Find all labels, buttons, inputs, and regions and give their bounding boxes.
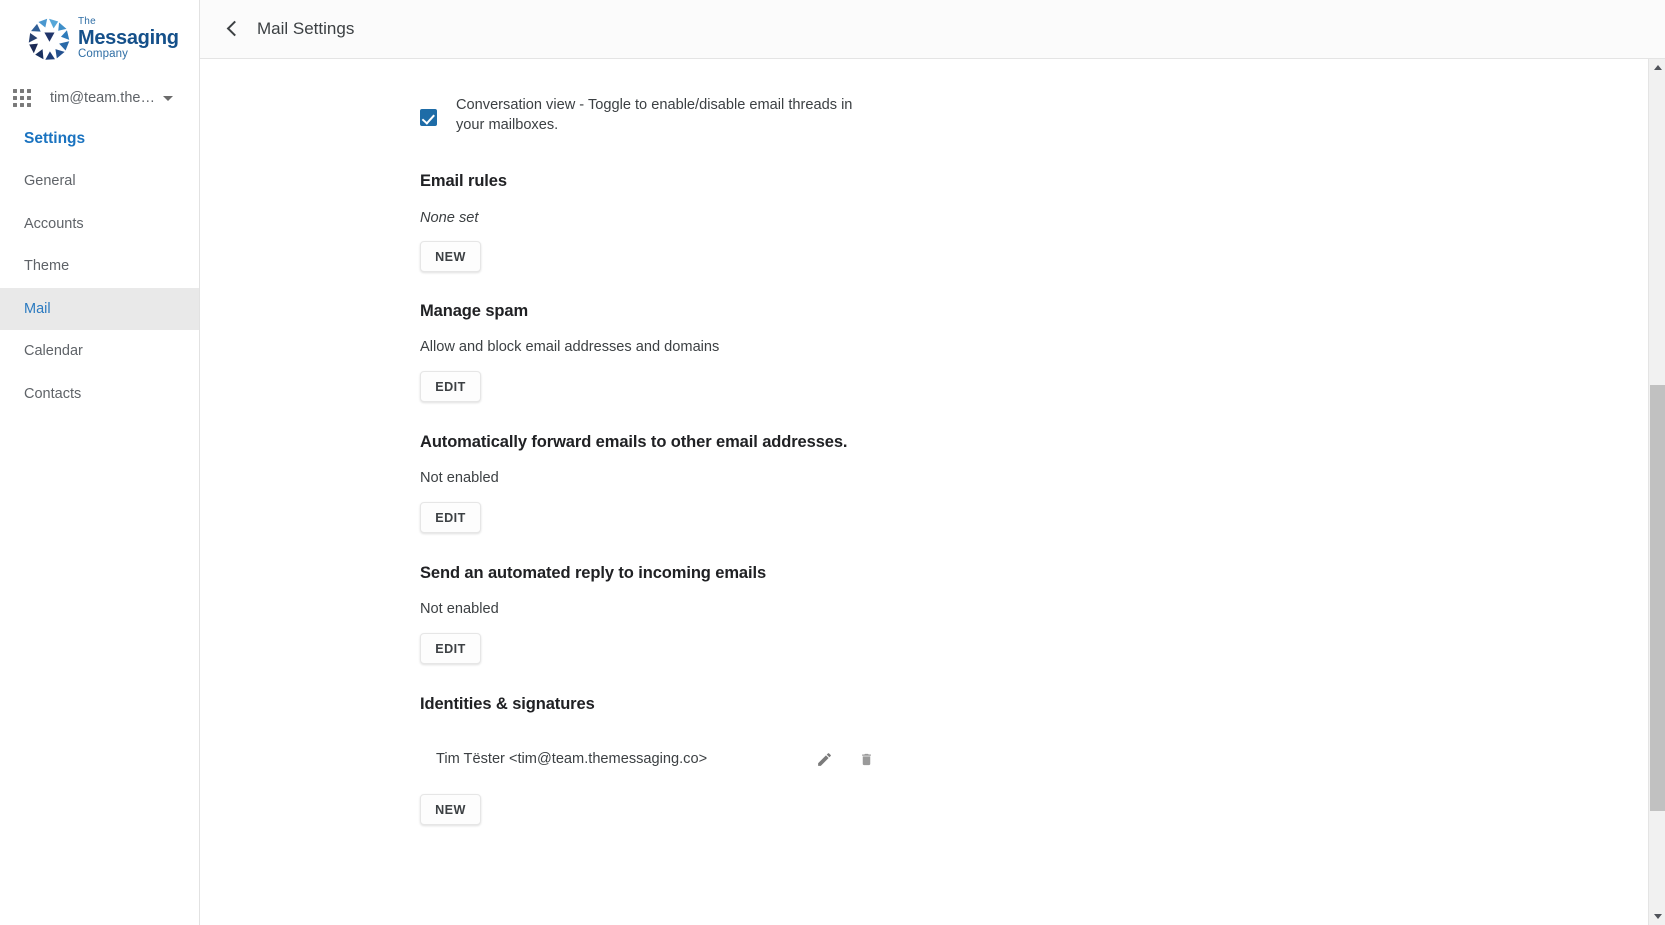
brand-wordmark: The Messaging Company	[78, 17, 179, 61]
manage-spam-section: Manage spam Allow and block email addres…	[420, 302, 1665, 402]
account-email-label: tim@team.the…	[50, 90, 155, 106]
messaging-company-logo-icon	[28, 18, 70, 60]
conversation-view-label: Conversation view - Toggle to enable/dis…	[456, 97, 853, 133]
back-chevron-icon[interactable]	[222, 18, 244, 40]
brand-logo[interactable]: The Messaging Company	[0, 0, 199, 78]
main-panel: Mail Settings Conversation view - Toggle…	[200, 0, 1665, 925]
auto-forward-section: Automatically forward emails to other em…	[420, 433, 1665, 533]
brand-line-2: Messaging	[78, 27, 179, 50]
sidebar-item-theme[interactable]: Theme	[0, 245, 199, 288]
sidebar-item-general[interactable]: General	[0, 160, 199, 203]
identity-label: Tim Tëster <tim@team.themessaging.co>	[436, 751, 708, 767]
apps-grid-icon[interactable]	[13, 89, 31, 107]
identities-heading: Identities & signatures	[420, 695, 595, 713]
sidebar-item-accounts[interactable]: Accounts	[0, 203, 199, 246]
page-title: Mail Settings	[257, 19, 355, 38]
sidebar: The Messaging Company tim@team.the… Sett…	[0, 0, 200, 925]
vertical-scrollbar[interactable]	[1648, 59, 1665, 925]
sidebar-item-contacts[interactable]: Contacts	[0, 373, 199, 416]
sidebar-item-label: General	[24, 173, 76, 190]
page-header: Mail Settings	[200, 0, 1665, 59]
brand-line-1: The	[78, 16, 96, 28]
identities-section: Identities & signatures Tim Tëster <tim@…	[420, 695, 1665, 825]
scroll-down-arrow-icon[interactable]	[1649, 908, 1665, 925]
scroll-thumb[interactable]	[1650, 385, 1665, 811]
auto-reply-heading: Send an automated reply to incoming emai…	[420, 564, 767, 582]
trash-icon[interactable]	[854, 747, 878, 771]
manage-spam-description: Allow and block email addresses and doma…	[420, 339, 720, 355]
auto-reply-edit-button[interactable]: EDIT	[420, 633, 481, 664]
brand-line-3: Company	[78, 48, 128, 61]
email-rules-new-button[interactable]: NEW	[420, 241, 481, 272]
app-root: The Messaging Company tim@team.the… Sett…	[0, 0, 1665, 925]
conversation-view-setting: Conversation view - Toggle to enable/dis…	[420, 59, 865, 135]
sidebar-title: Settings	[24, 130, 86, 147]
sidebar-item-label: Contacts	[24, 385, 82, 402]
settings-content: Conversation view - Toggle to enable/dis…	[200, 59, 1665, 925]
auto-reply-section: Send an automated reply to incoming emai…	[420, 564, 1665, 664]
sidebar-item-label: Calendar	[24, 343, 83, 360]
manage-spam-edit-button[interactable]: EDIT	[420, 371, 481, 402]
sidebar-item-calendar[interactable]: Calendar	[0, 330, 199, 373]
sidebar-item-label: Theme	[24, 258, 70, 275]
auto-forward-heading: Automatically forward emails to other em…	[420, 433, 848, 451]
conversation-view-checkbox[interactable]	[420, 109, 437, 126]
pencil-icon[interactable]	[812, 747, 836, 771]
scroll-up-arrow-icon[interactable]	[1649, 59, 1665, 76]
auto-forward-status: Not enabled	[420, 470, 499, 486]
sidebar-item-label: Mail	[24, 300, 51, 317]
chevron-down-icon[interactable]	[162, 95, 173, 101]
auto-forward-edit-button[interactable]: EDIT	[420, 502, 481, 533]
sidebar-item-mail[interactable]: Mail	[0, 287, 199, 330]
auto-reply-status: Not enabled	[420, 601, 499, 617]
identity-row: Tim Tëster <tim@team.themessaging.co>	[420, 747, 1665, 771]
manage-spam-heading: Manage spam	[420, 302, 529, 320]
account-switcher[interactable]: tim@team.the…	[0, 80, 199, 116]
email-rules-status: None set	[420, 210, 479, 226]
sidebar-item-label: Accounts	[24, 215, 84, 232]
email-rules-section: Email rules None set NEW	[420, 172, 1665, 272]
identities-new-button[interactable]: NEW	[420, 794, 481, 825]
email-rules-heading: Email rules	[420, 172, 507, 190]
